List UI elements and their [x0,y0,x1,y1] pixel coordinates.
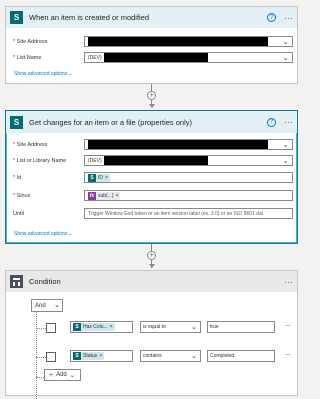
row-checkbox[interactable] [46,352,56,362]
id-label: * Id [13,174,22,181]
remove-token-icon[interactable]: × [110,324,113,330]
list-name-label: * List Name [13,54,42,61]
tree-line [36,312,37,399]
sharepoint-icon: S [73,323,81,331]
plus-icon[interactable]: + [147,251,156,260]
remove-token-icon[interactable]: × [99,353,102,359]
more-icon[interactable]: ··· [285,350,291,359]
action-title: Get changes for an item or a file (prope… [29,117,192,127]
condition-header[interactable]: Condition ··· [6,271,297,292]
chevron-down-icon[interactable]: ⌄ [282,37,289,46]
list-name-label: * List or Library Name [13,157,67,164]
chevron-down-icon[interactable]: ⌄ [282,140,289,149]
site-address-label: * Site Address [13,141,48,148]
chevron-down-icon: ⌄ [191,324,197,331]
since-token[interactable]: fx sub(...) × [88,191,121,200]
redacted-value [88,37,268,46]
sharepoint-icon: S [88,173,96,182]
chevron-down-icon: ⌄ [191,353,197,360]
id-field[interactable]: S ID × [84,172,293,183]
condition-operator-select[interactable]: contains ⌄ [140,350,201,362]
condition-icon [10,275,23,288]
trigger-title: When an item is created or modified [29,13,150,22]
tree-line [36,377,44,378]
condition-operator-select[interactable]: is equal to ⌄ [140,321,201,333]
tree-line [36,357,46,358]
list-name-field[interactable]: (DEV) ⌄ [84,155,293,166]
condition-title: Condition [29,277,61,286]
redacted-value [88,140,268,149]
show-advanced-options-link[interactable]: Show advanced options⌄ [13,231,72,237]
since-field[interactable]: fx sub(...) × [84,190,293,201]
condition-left-field[interactable]: S Status × [70,350,133,362]
more-icon[interactable]: ··· [284,277,293,286]
plus-icon[interactable]: + [147,91,156,100]
condition-value-field[interactable]: true [207,321,275,333]
show-advanced-options-link[interactable]: Show advanced options⌄ [13,71,72,77]
condition-token[interactable]: S Status × [73,352,105,360]
chevron-down-icon: ⌄ [54,302,60,309]
action-header[interactable]: S Get changes for an item or a file (pro… [6,111,297,133]
group-operator-select[interactable]: And ⌄ [31,299,63,312]
help-icon[interactable]: ? [267,13,276,22]
add-condition-button[interactable]: + Add ⌄ [44,369,81,381]
help-icon[interactable]: ? [267,117,276,127]
chevron-down-icon: ⌄ [69,372,75,379]
trigger-card: S When an item is created or modified ? … [5,6,298,84]
redacted-value [103,156,208,165]
action-card: S Get changes for an item or a file (pro… [5,110,298,244]
more-icon[interactable]: ··· [284,118,293,127]
condition-token[interactable]: S Has Colu... × [73,323,115,331]
since-label: * Since [13,192,31,199]
site-address-field[interactable]: ⌄ [84,139,293,150]
sharepoint-icon: S [10,11,23,24]
more-icon[interactable]: ··· [285,321,291,330]
sharepoint-icon: S [73,352,81,360]
remove-token-icon[interactable]: × [116,193,119,199]
site-address-label: * Site Address [13,38,48,45]
row-checkbox[interactable] [46,323,56,333]
id-token[interactable]: S ID × [88,173,110,182]
list-name-prefix: (DEV) [88,157,102,164]
trigger-header[interactable]: S When an item is created or modified ? … [6,7,297,28]
until-placeholder: Trigger Window End token or an item vers… [88,210,264,217]
plus-icon: + [49,371,54,379]
until-label: Until [13,210,25,217]
function-icon: fx [88,191,96,200]
condition-card: Condition ··· And ⌄ S Has Colu... × is e… [5,270,298,399]
sharepoint-icon: S [10,115,23,129]
until-field[interactable]: Trigger Window End token or an item vers… [84,208,293,219]
redacted-value [103,53,208,62]
chevron-down-icon[interactable]: ⌄ [282,53,289,62]
remove-token-icon[interactable]: × [105,175,108,181]
condition-value-field[interactable]: Completed [207,350,275,362]
more-icon[interactable]: ··· [284,13,293,22]
site-address-field[interactable]: ⌄ [84,36,293,47]
arrow-down-icon [149,104,155,108]
tree-line [36,328,46,329]
arrow-down-icon [149,264,155,268]
condition-left-field[interactable]: S Has Colu... × [70,321,133,333]
chevron-down-icon[interactable]: ⌄ [282,156,289,165]
list-name-field[interactable]: (DEV) ⌄ [84,52,293,63]
list-name-prefix: (DEV) [88,54,102,61]
